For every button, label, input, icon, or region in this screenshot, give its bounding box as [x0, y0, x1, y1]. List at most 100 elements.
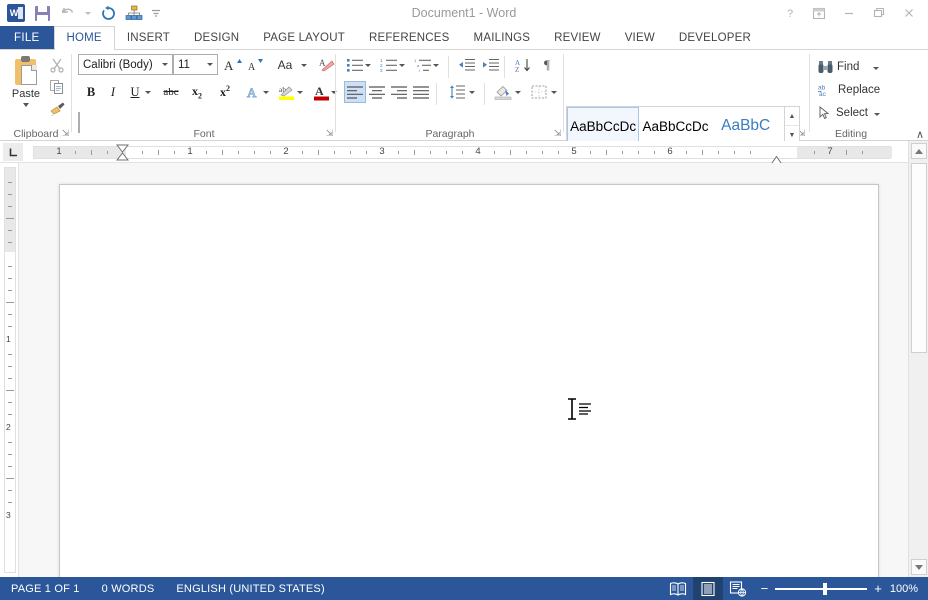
document-page[interactable] — [59, 184, 879, 577]
paste-icon — [13, 56, 39, 86]
grow-font-button[interactable]: A — [222, 54, 244, 76]
multilevel-dropdown-icon[interactable] — [430, 54, 442, 76]
status-bar: PAGE 1 OF 1 0 WORDS ENGLISH (UNITED STAT… — [0, 577, 928, 600]
ribbon-display-options-button[interactable] — [804, 1, 834, 25]
scrollbar-thumb[interactable] — [911, 163, 927, 353]
tab-home[interactable]: HOME — [53, 26, 115, 50]
highlight-dropdown-icon[interactable] — [294, 81, 306, 103]
tab-insert[interactable]: INSERT — [115, 26, 182, 49]
page-count-status[interactable]: PAGE 1 OF 1 — [0, 583, 91, 595]
show-formatting-marks-button[interactable]: ¶ — [536, 54, 558, 76]
strikethrough-button[interactable]: abc — [158, 81, 184, 103]
zoom-in-button[interactable]: + — [874, 582, 882, 595]
clipboard-dialog-launcher[interactable]: ⇲ — [60, 128, 71, 139]
scroll-up-button[interactable] — [911, 143, 927, 159]
tab-mailings[interactable]: MAILINGS — [462, 26, 543, 49]
font-dialog-launcher[interactable]: ⇲ — [324, 128, 335, 139]
zoom-out-button[interactable]: − — [761, 582, 769, 595]
scroll-down-button[interactable] — [911, 559, 927, 575]
shading-icon — [494, 85, 512, 100]
web-layout-button[interactable] — [723, 577, 753, 600]
tab-file[interactable]: FILE — [0, 26, 54, 49]
select-dropdown-icon[interactable] — [873, 107, 880, 119]
horizontal-ruler[interactable]: 1 1 2 3 4 5 6 7 — [0, 141, 908, 174]
help-button[interactable]: ? — [774, 1, 804, 25]
restore-button[interactable] — [864, 1, 894, 25]
tab-design[interactable]: DESIGN — [182, 26, 251, 49]
increase-indent-button[interactable] — [480, 54, 502, 76]
format-painter-button[interactable] — [46, 98, 68, 120]
borders-button[interactable] — [528, 81, 550, 103]
tab-page-layout[interactable]: PAGE LAYOUT — [251, 26, 357, 49]
font-name-combo[interactable]: Calibri (Body) — [78, 54, 173, 75]
change-case-button[interactable]: Aa — [270, 54, 300, 76]
zoom-level-label[interactable]: 100% — [890, 583, 928, 595]
shading-dropdown-icon[interactable] — [512, 81, 524, 103]
justify-button[interactable] — [410, 81, 432, 103]
font-name-dropdown-icon[interactable] — [157, 55, 172, 74]
undo-icon[interactable] — [56, 2, 80, 24]
read-mode-button[interactable] — [663, 577, 693, 600]
align-left-icon — [347, 85, 363, 99]
subscript-button[interactable]: x2 — [184, 81, 210, 103]
paste-button[interactable]: Paste — [6, 54, 46, 126]
group-label-font: Font — [193, 128, 215, 140]
paragraph-dialog-launcher[interactable]: ⇲ — [552, 128, 563, 139]
align-right-icon — [391, 85, 407, 99]
tab-stop-selector[interactable] — [3, 143, 23, 161]
select-button[interactable]: Select — [818, 102, 880, 124]
change-case-dropdown-icon[interactable] — [298, 54, 310, 76]
find-button[interactable]: Find — [818, 56, 880, 78]
align-left-button[interactable] — [344, 81, 366, 103]
paste-dropdown-icon[interactable] — [23, 103, 29, 107]
font-size-dropdown-icon[interactable] — [202, 55, 217, 74]
cut-button[interactable] — [46, 54, 68, 76]
numbering-dropdown-icon[interactable] — [396, 54, 408, 76]
replace-button[interactable]: ab ac Replace — [818, 79, 880, 101]
bullets-dropdown-icon[interactable] — [362, 54, 374, 76]
save-icon[interactable] — [30, 2, 54, 24]
ruler-number: 3 — [379, 146, 385, 157]
redo-icon[interactable] — [96, 2, 120, 24]
italic-button[interactable]: I — [102, 81, 124, 103]
window-controls: ? — [774, 0, 924, 26]
undo-dropdown-icon[interactable] — [82, 2, 94, 24]
line-spacing-dropdown-icon[interactable] — [466, 81, 478, 103]
shrink-font-button[interactable]: A — [244, 54, 266, 76]
decrease-indent-button[interactable] — [456, 54, 478, 76]
bold-button[interactable]: B — [80, 81, 102, 103]
first-line-indent-marker[interactable] — [115, 144, 130, 161]
tab-references[interactable]: REFERENCES — [357, 26, 462, 49]
tab-view[interactable]: VIEW — [613, 26, 667, 49]
zoom-slider[interactable] — [775, 582, 868, 595]
shading-button[interactable] — [492, 81, 514, 103]
align-right-button[interactable] — [388, 81, 410, 103]
tab-review[interactable]: REVIEW — [542, 26, 613, 49]
underline-dropdown-icon[interactable] — [142, 81, 154, 103]
customize-qat-icon[interactable] — [148, 2, 164, 24]
align-center-button[interactable] — [366, 81, 388, 103]
word-logo-icon[interactable]: W — [4, 2, 28, 24]
ruler-track[interactable]: 1 1 2 3 4 5 6 7 — [33, 146, 892, 159]
zoom-slider-handle[interactable] — [823, 582, 828, 595]
sort-button[interactable]: A Z — [512, 54, 534, 76]
find-dropdown-icon[interactable] — [873, 61, 880, 73]
text-effects-dropdown-icon[interactable] — [260, 81, 272, 103]
vertical-scrollbar[interactable] — [908, 141, 928, 577]
styles-scroll-up-button[interactable]: ▲ — [785, 107, 799, 126]
superscript-button[interactable]: x2 — [212, 81, 238, 103]
language-status[interactable]: ENGLISH (UNITED STATES) — [165, 583, 335, 595]
font-size-combo[interactable]: 11 — [173, 54, 218, 75]
minimize-button[interactable] — [834, 1, 864, 25]
word-count-status[interactable]: 0 WORDS — [91, 583, 166, 595]
borders-dropdown-icon[interactable] — [548, 81, 560, 103]
copy-button[interactable] — [46, 76, 68, 98]
vertical-ruler[interactable]: 1 2 3 — [0, 163, 19, 577]
close-button[interactable] — [894, 1, 924, 25]
collapse-ribbon-button[interactable]: ∧ — [916, 128, 924, 141]
smartart-icon[interactable] — [122, 2, 146, 24]
tab-developer[interactable]: DEVELOPER — [667, 26, 763, 49]
line-spacing-button[interactable] — [446, 81, 468, 103]
print-layout-button[interactable] — [692, 577, 723, 600]
document-area[interactable] — [19, 163, 908, 577]
